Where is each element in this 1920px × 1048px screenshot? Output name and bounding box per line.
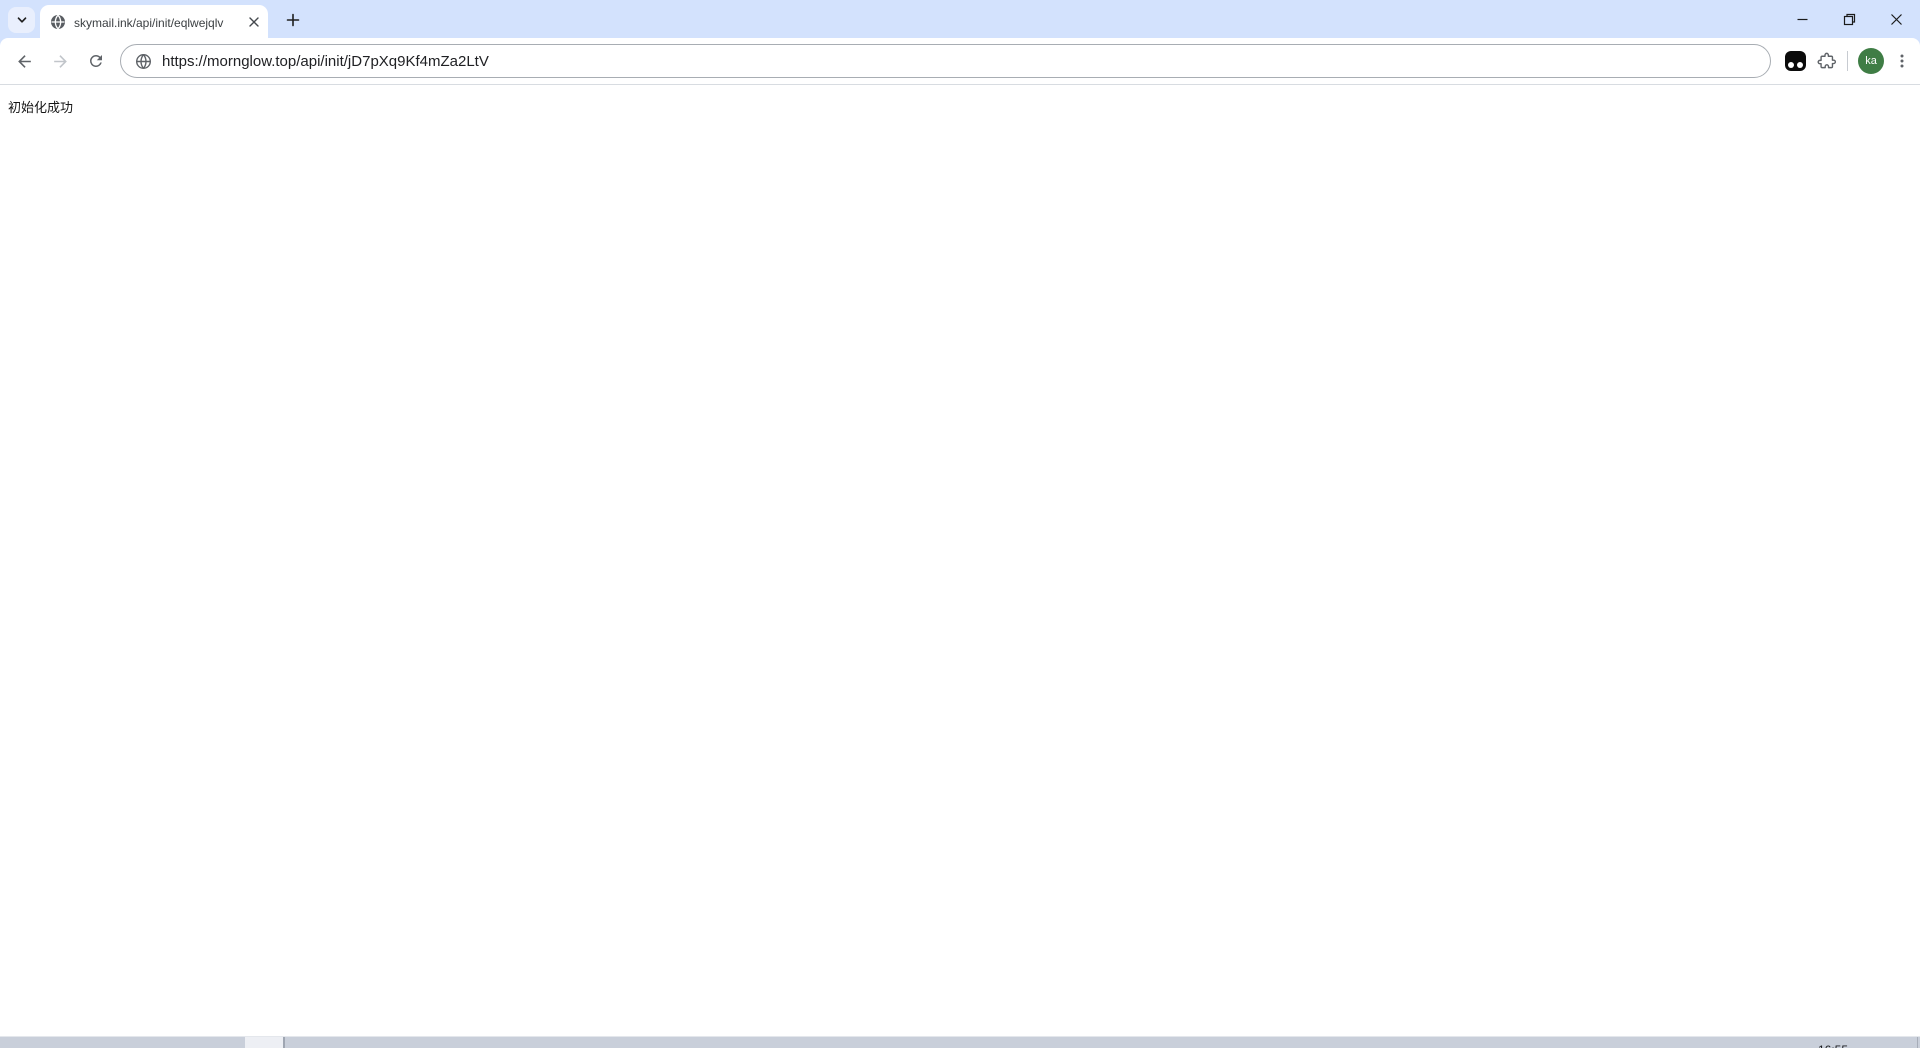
minimize-button[interactable] [1779, 0, 1826, 38]
back-button[interactable] [8, 45, 40, 77]
tab-search-button[interactable] [8, 7, 35, 33]
page-message: 初始化成功 [8, 100, 74, 115]
forward-button[interactable] [44, 45, 76, 77]
url-text[interactable]: https://mornglow.top/api/init/jD7pXq9Kf4… [162, 53, 489, 70]
puzzle-icon [1817, 52, 1836, 68]
page-content: 初始化成功 [0, 85, 1920, 1036]
close-icon [1891, 13, 1902, 25]
arrow-left-icon [17, 54, 31, 68]
show-desktop-divider [1917, 1037, 1918, 1048]
new-tab-button[interactable] [280, 7, 305, 32]
tab-title: skymail.ink/api/init/eqlwejqlv [74, 15, 224, 30]
toolbar-divider [1847, 51, 1848, 71]
reload-icon [89, 54, 102, 67]
close-window-button[interactable] [1873, 0, 1920, 38]
minimize-icon [1797, 18, 1808, 20]
address-bar[interactable]: https://mornglow.top/api/init/jD7pXq9Kf4… [120, 44, 1771, 78]
reload-button[interactable] [80, 45, 112, 77]
restore-button[interactable] [1826, 0, 1873, 38]
tab-close-button[interactable] [245, 13, 262, 30]
browser-tab[interactable]: skymail.ink/api/init/eqlwejqlv [40, 5, 268, 38]
taskbar-active-app[interactable] [245, 1037, 283, 1048]
arrow-right-icon [53, 54, 67, 68]
taskbar-divider [283, 1037, 285, 1048]
kebab-menu-icon [1900, 54, 1904, 68]
taskbar[interactable]: 16:55 [0, 1036, 1920, 1048]
plus-icon [286, 13, 300, 27]
globe-favicon-icon [50, 14, 66, 30]
browser-menu-button[interactable] [1894, 53, 1910, 69]
profile-avatar[interactable]: ka [1858, 48, 1884, 74]
toolbar-background: https://mornglow.top/api/init/jD7pXq9Kf4… [0, 38, 1920, 84]
toolbar: https://mornglow.top/api/init/jD7pXq9Kf4… [0, 38, 1920, 84]
window-controls [1779, 0, 1920, 38]
toolbar-right: ka [1785, 48, 1910, 74]
restore-icon [1843, 13, 1856, 25]
extensions-button[interactable] [1816, 51, 1837, 72]
chevron-down-icon [16, 14, 28, 26]
close-icon [248, 16, 259, 27]
profile-initials: ka [1865, 55, 1877, 67]
titlebar: skymail.ink/api/init/eqlwejqlv [0, 0, 1920, 38]
taskbar-clock: 16:55 [1818, 1043, 1848, 1048]
dark-extension-icon[interactable] [1785, 51, 1806, 71]
globe-icon [135, 53, 152, 70]
